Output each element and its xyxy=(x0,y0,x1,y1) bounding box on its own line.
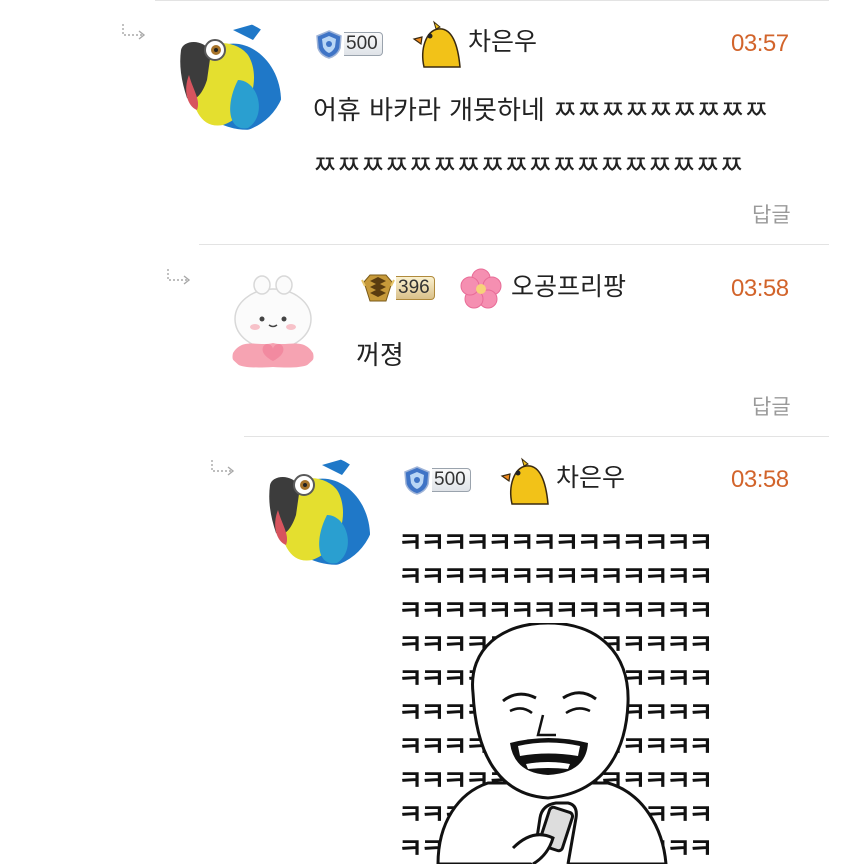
avatar[interactable] xyxy=(262,455,375,568)
level-badge: 500 xyxy=(402,465,471,495)
comment-text-line: ㅉㅉㅉㅉㅉㅉㅉㅉㅉㅉㅉㅉㅉㅉㅉㅉㅉㅉ xyxy=(313,151,744,181)
timestamp: 03:57 xyxy=(731,30,789,57)
avatar[interactable] xyxy=(218,267,328,377)
sticker-image[interactable]: ㅋㅋㅋㅋㅋㅋㅋㅋㅋㅋㅋㅋㅋㅋ ㅋㅋㅋㅋㅋㅋㅋㅋㅋㅋㅋㅋㅋㅋ ㅋㅋㅋㅋㅋㅋㅋㅋㅋㅋ… xyxy=(398,523,734,864)
reply-arrow-icon xyxy=(122,24,146,40)
white-blob-character-avatar xyxy=(218,267,328,377)
divider xyxy=(244,436,829,437)
level-number: 396 xyxy=(396,276,435,300)
nickname[interactable]: 차은우 xyxy=(556,463,625,493)
blue-shield-level-icon xyxy=(404,466,430,495)
yellow-bird-icon xyxy=(500,457,549,505)
comment-text: 어휴 바카라 개못하네 ㅉㅉㅉㅉㅉㅉㅉㅉㅉ ㅉㅉㅉㅉㅉㅉㅉㅉㅉㅉㅉㅉㅉㅉㅉㅉㅉㅉ xyxy=(313,84,768,194)
pink-flower-icon xyxy=(460,268,502,309)
yellow-bird-icon xyxy=(412,20,461,68)
level-badge: 396 xyxy=(360,273,435,303)
reply-button[interactable]: 답글 xyxy=(752,391,791,421)
divider xyxy=(199,244,829,245)
parrot-avatar xyxy=(262,455,375,568)
comment-text: 꺼졍 xyxy=(356,329,404,384)
reply-arrow-icon xyxy=(167,269,191,285)
timestamp: 03:58 xyxy=(731,275,789,302)
sticker-text-row: ㅋㅋㅋㅋㅋㅋㅋㅋㅋㅋㅋㅋㅋㅋ xyxy=(398,562,713,593)
gold-chevron-level-icon xyxy=(361,274,395,302)
sticker-text-row: ㅋㅋㅋㅋㅋㅋㅋㅋㅋㅋㅋㅋㅋㅋ xyxy=(398,528,713,559)
parrot-avatar xyxy=(173,20,286,133)
reply-button[interactable]: 답글 xyxy=(752,199,791,229)
timestamp: 03:58 xyxy=(731,466,789,493)
laughing-man-sticker-icon xyxy=(436,623,668,864)
nickname[interactable]: 오공프리팡 xyxy=(511,272,626,302)
avatar[interactable] xyxy=(173,20,286,133)
level-number: 500 xyxy=(344,32,383,56)
level-badge: 500 xyxy=(314,29,383,59)
comment-text-line: 꺼졍 xyxy=(356,341,404,371)
comment-text-line: 어휴 바카라 개못하네 ㅉㅉㅉㅉㅉㅉㅉㅉㅉ xyxy=(313,96,769,126)
reply-arrow-icon xyxy=(211,460,235,476)
level-number: 500 xyxy=(432,468,471,492)
divider xyxy=(155,0,829,1)
blue-shield-level-icon xyxy=(316,30,342,59)
nickname[interactable]: 차은우 xyxy=(468,27,537,57)
